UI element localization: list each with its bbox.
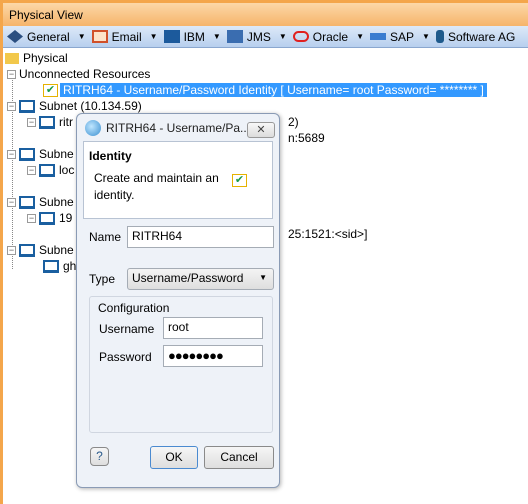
collapse-icon[interactable]: − (27, 213, 36, 223)
jms-menu[interactable]: JMS ▼ (226, 30, 287, 44)
monitor-icon (43, 259, 59, 273)
email-icon (91, 30, 108, 43)
monitor-icon (39, 211, 55, 225)
software-ag-menu[interactable]: Software AG (435, 30, 515, 44)
chevron-down-icon: ▼ (422, 32, 430, 41)
monitor-icon (19, 147, 35, 161)
jms-icon (226, 30, 243, 43)
name-label: Name (89, 230, 122, 244)
collapse-icon[interactable]: − (27, 165, 36, 175)
general-icon (7, 30, 23, 43)
header-title: Identity (89, 149, 132, 163)
identity-check-icon: ✔ (232, 174, 247, 187)
toolbar: General ▼ Email ▼ IBM ▼ JMS ▼ Oracle ▼ SAP ▼ S… (3, 26, 528, 48)
type-select[interactable]: Username/Password ▼ (127, 268, 274, 290)
tree-node-identity-selected[interactable]: ✔ RITRH64 - Username/Password Identity [ … (43, 82, 487, 98)
password-input[interactable]: ●●●●●●●● (163, 345, 263, 367)
window-title: Physical View (3, 3, 528, 26)
tree-node-host-4[interactable]: gh (43, 258, 76, 274)
tree-resource-3-suffix: 25:1521:<sid>] (288, 227, 368, 241)
oracle-menu[interactable]: Oracle ▼ (292, 30, 365, 44)
type-label: Type (89, 272, 116, 286)
tree-node-subnet-1[interactable]: − Subnet (10.134.59) (7, 98, 142, 114)
collapse-icon[interactable]: − (7, 149, 16, 159)
general-menu[interactable]: General ▼ (7, 30, 86, 44)
tree-node-subnet-4[interactable]: − Subne (7, 242, 74, 258)
dialog-header: Identity Create and maintain an identity… (83, 141, 273, 219)
globe-icon (85, 120, 101, 136)
chevron-down-icon: ▼ (259, 273, 267, 282)
ibm-icon (163, 30, 180, 43)
chevron-down-icon: ▼ (356, 32, 365, 41)
collapse-icon[interactable]: − (7, 197, 16, 207)
cancel-button[interactable]: Cancel (204, 446, 274, 469)
name-input[interactable]: RITRH64 (127, 226, 274, 248)
username-input[interactable]: root (163, 317, 263, 339)
group-label: Configuration (98, 301, 170, 315)
sap-menu[interactable]: SAP ▼ (370, 30, 430, 44)
email-menu[interactable]: Email ▼ (91, 30, 158, 44)
collapse-icon[interactable]: − (27, 117, 36, 127)
tree-node-host-3[interactable]: −19 (27, 210, 72, 226)
dialog-title: RITRH64 - Username/Pa... (85, 120, 250, 136)
identity-check-icon: ✔ (43, 83, 58, 97)
sap-icon (370, 33, 387, 40)
monitor-icon (19, 99, 35, 113)
monitor-icon (19, 243, 35, 257)
tree-node-host-1[interactable]: − ritr (27, 114, 73, 130)
chevron-down-icon: ▼ (212, 32, 221, 41)
tree-node-subnet-2[interactable]: − Subne (7, 146, 74, 162)
tree-resource-1-suffix: n:5689 (288, 131, 325, 145)
folder-icon (5, 52, 19, 64)
oracle-icon (292, 31, 309, 42)
tree-node-subnet-3[interactable]: − Subne (7, 194, 74, 210)
tree-node-unconnected[interactable]: − Unconnected Resources (7, 66, 150, 82)
username-label: Username (99, 322, 155, 336)
monitor-icon (19, 195, 35, 209)
collapse-icon[interactable]: − (7, 101, 16, 111)
tree-node-host-2[interactable]: − loc (27, 162, 74, 178)
tree-host-1-suffix: 2) (288, 115, 299, 129)
monitor-icon (39, 115, 55, 129)
collapse-icon[interactable]: − (7, 69, 16, 79)
identity-dialog: RITRH64 - Username/Pa... ✕ Identity Crea… (76, 113, 280, 488)
close-button[interactable]: ✕ (247, 122, 275, 138)
ok-button[interactable]: OK (150, 446, 198, 469)
monitor-icon (39, 163, 55, 177)
help-button[interactable]: ? (90, 447, 109, 466)
chevron-down-icon: ▼ (77, 32, 86, 41)
tree-node-physical[interactable]: Physical (5, 50, 68, 66)
header-description: Create and maintain an identity. (94, 171, 219, 202)
collapse-icon[interactable]: − (7, 245, 16, 255)
chevron-down-icon: ▼ (278, 32, 287, 41)
ibm-menu[interactable]: IBM ▼ (163, 30, 221, 44)
software-ag-icon (435, 30, 444, 43)
password-label: Password (99, 350, 152, 364)
chevron-down-icon: ▼ (149, 32, 158, 41)
